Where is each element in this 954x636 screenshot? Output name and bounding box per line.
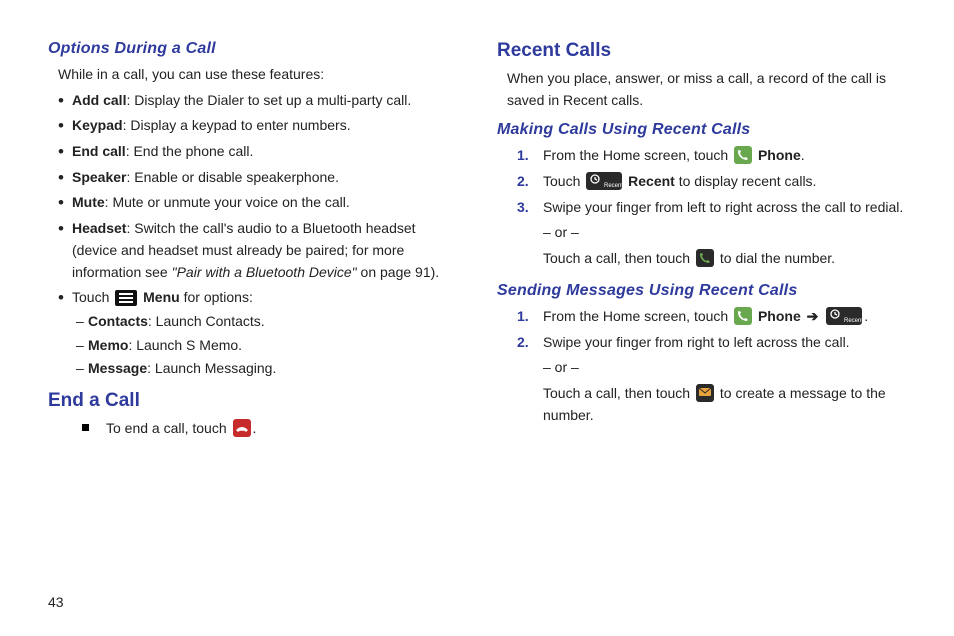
arrow-icon: ➔ [807,306,819,328]
sub-desc: : Launch Contacts. [148,313,265,329]
options-list: Add call: Display the Dialer to set up a… [48,90,457,380]
sub-item: Memo: Launch S Memo. [76,335,457,357]
touch-prefix: Touch [72,289,113,305]
right-column: Recent Calls When you place, answer, or … [497,40,906,440]
end-call-item: To end a call, touch . [66,418,457,440]
touch-suffix: for options: [180,289,253,305]
sub-term: Memo [88,337,128,353]
sub-term: Contacts [88,313,148,329]
step-item: From the Home screen, touch Phone. [525,145,906,167]
page-number: 43 [48,594,64,610]
step-tail: to display recent calls. [675,173,817,189]
option-term: End call [72,143,126,159]
heading-recent-calls: Recent Calls [497,40,906,62]
step-or: – or – [543,222,906,244]
option-desc: : Enable or disable speakerphone. [126,169,338,185]
sub-desc: : Launch S Memo. [128,337,242,353]
step-item: Touch Recent Recent to display recent ca… [525,171,906,193]
option-item: Mute: Mute or unmute your voice on the c… [58,192,457,214]
option-item-menu: Touch Menu for options: Contacts: Launch… [58,287,457,380]
end-call-text-b: . [253,420,257,436]
menu-icon [115,290,137,306]
message-icon [696,384,714,402]
heading-making-calls: Making Calls Using Recent Calls [497,121,906,139]
heading-sending-messages: Sending Messages Using Recent Calls [497,282,906,300]
step-bold: Phone [758,308,801,324]
options-intro: While in a call, you can use these featu… [58,64,457,86]
svg-text:Recent: Recent [604,183,622,189]
step-item: Swipe your finger from left to right acr… [525,197,906,270]
step-text: Touch a call, then touch [543,385,694,401]
option-desc: : Display the Dialer to set up a multi-p… [126,92,411,108]
step-text: Swipe your finger from right to left acr… [543,334,850,350]
option-item: Add call: Display the Dialer to set up a… [58,90,457,112]
page-content: Options During a Call While in a call, y… [48,40,906,440]
sub-item: Message: Launch Messaging. [76,358,457,380]
option-item: Headset: Switch the call's audio to a Bl… [58,218,457,283]
option-term: Headset [72,220,126,236]
option-item: Speaker: Enable or disable speakerphone. [58,167,457,189]
recent-icon: Recent [826,307,862,325]
phone-icon [734,146,752,164]
step-bold: Recent [628,173,675,189]
left-column: Options During a Call While in a call, y… [48,40,457,440]
option-link: "Pair with a Bluetooth Device" [172,264,357,280]
option-desc: : Mute or unmute your voice on the call. [105,194,350,210]
option-term: Mute [72,194,105,210]
recent-icon: Recent [586,172,622,190]
sub-desc: : Launch Messaging. [147,360,276,376]
step-bold: Phone [758,147,801,163]
step-text: From the Home screen, touch [543,308,732,324]
step-text: From the Home screen, touch [543,147,732,163]
sub-item: Contacts: Launch Contacts. [76,311,457,333]
step-or: – or – [543,357,906,379]
svg-text:Recent: Recent [844,318,862,324]
option-item: Keypad: Display a keypad to enter number… [58,115,457,137]
making-calls-steps: From the Home screen, touch Phone. Touch… [497,145,906,269]
sending-messages-steps: From the Home screen, touch Phone ➔ Rece… [497,306,906,426]
menu-label: Menu [143,289,180,305]
step-tail: to dial the number. [716,250,835,266]
step-text: Swipe your finger from left to right acr… [543,199,903,215]
menu-sublist: Contacts: Launch Contacts. Memo: Launch … [72,311,457,380]
phone-icon [734,307,752,325]
option-desc: : Display a keypad to enter numbers. [123,117,351,133]
step-tail: . [801,147,805,163]
recent-intro: When you place, answer, or miss a call, … [507,68,906,111]
dial-icon [696,249,714,267]
option-item: End call: End the phone call. [58,141,457,163]
end-call-icon [233,419,251,437]
end-call-text-a: To end a call, touch [106,420,231,436]
option-term: Keypad [72,117,123,133]
step-tail: . [864,308,868,324]
option-tail: on page 91). [357,264,440,280]
heading-options-during-call: Options During a Call [48,40,457,58]
step-item: From the Home screen, touch Phone ➔ Rece… [525,306,906,328]
option-desc: : End the phone call. [126,143,254,159]
step-sub-line: Touch a call, then touch to dial the num… [543,248,906,270]
option-term: Add call [72,92,126,108]
heading-end-call: End a Call [48,390,457,412]
step-text: Touch [543,173,584,189]
sub-term: Message [88,360,147,376]
step-text: Touch a call, then touch [543,250,694,266]
step-sub-line: Touch a call, then touch to create a mes… [543,383,906,426]
option-term: Speaker [72,169,126,185]
step-item: Swipe your finger from right to left acr… [525,332,906,427]
